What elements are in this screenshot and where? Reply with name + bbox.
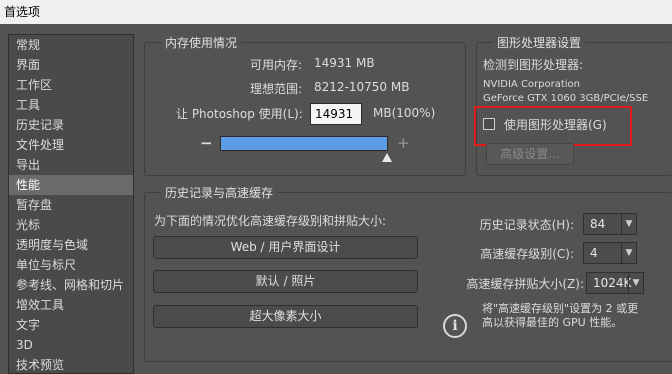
- cache-levels-value: 4: [590, 246, 598, 260]
- gpu-advanced-settings-button[interactable]: 高级设置...: [486, 143, 574, 165]
- memory-usage-title: 内存使用情况: [165, 36, 238, 50]
- gpu-model: GeForce GTX 1060 3GB/PCIe/SSE: [483, 93, 649, 104]
- sidebar-item[interactable]: 历史记录: [9, 115, 133, 135]
- web-ui-design-button[interactable]: Web / 用户界面设计: [153, 236, 418, 259]
- sidebar-item[interactable]: 工具: [9, 95, 133, 115]
- sidebar-item[interactable]: 常规: [9, 35, 133, 55]
- sidebar-item[interactable]: 光标: [9, 215, 133, 235]
- available-memory-label: 可用内存:: [249, 58, 302, 72]
- cache-levels-label: 高速缓存级别(C):: [480, 247, 574, 261]
- gpu-cache-info-line2: 高以获得最佳的 GPU 性能。: [482, 316, 623, 329]
- highlight-annotation-box: [474, 106, 632, 146]
- huge-pixel-size-button[interactable]: 超大像素大小: [153, 305, 418, 328]
- available-memory-value: 14931 MB: [314, 56, 375, 70]
- optimize-cache-label: 为下面的情况优化高速缓存级别和拼贴大小:: [154, 214, 387, 228]
- chevron-down-icon: ▼: [628, 273, 643, 293]
- sidebar-item[interactable]: 参考线、网格和切片: [9, 275, 133, 295]
- tile-size-select[interactable]: 1024K ▼: [586, 272, 644, 294]
- info-icon: i: [443, 314, 467, 338]
- sidebar-item[interactable]: 技术预览: [9, 355, 133, 373]
- chevron-down-icon: ▼: [621, 214, 636, 234]
- sidebar-item[interactable]: 文件处理: [9, 135, 133, 155]
- sidebar-item[interactable]: 导出: [9, 155, 133, 175]
- photoshop-usage-input[interactable]: 14931: [310, 103, 362, 125]
- increase-memory-icon[interactable]: +: [397, 134, 410, 152]
- preferences-sidebar: 常规 界面 工作区 工具 历史记录 文件处理 导出 性能 暂存盘 光标 透明度与色域 单位与标尺 参考线…: [8, 34, 134, 374]
- gpu-settings-title: 图形处理器设置: [497, 36, 582, 50]
- gpu-detected-label: 检测到图形处理器:: [483, 58, 584, 72]
- sidebar-item[interactable]: 透明度与色域: [9, 235, 133, 255]
- ideal-range-label: 理想范围:: [249, 82, 302, 96]
- memory-slider-thumb[interactable]: [382, 153, 392, 162]
- chevron-down-icon: ▼: [621, 243, 636, 263]
- history-states-label: 历史记录状态(H):: [479, 218, 574, 232]
- tile-size-label: 高速缓存拼贴大小(Z):: [466, 277, 584, 291]
- history-states-select[interactable]: 84 ▼: [583, 213, 637, 235]
- sidebar-item[interactable]: 暂存盘: [9, 195, 133, 215]
- memory-usage-slider-fill: [221, 137, 387, 150]
- photoshop-usage-label: 让 Photoshop 使用(L):: [176, 107, 303, 121]
- window-title: 首选项: [0, 0, 672, 24]
- memory-usage-slider[interactable]: [220, 136, 388, 151]
- sidebar-item[interactable]: 性能: [9, 175, 133, 195]
- sidebar-item[interactable]: 增效工具: [9, 295, 133, 315]
- sidebar-item[interactable]: 文字: [9, 315, 133, 335]
- ideal-range-value: 8212-10750 MB: [314, 80, 410, 94]
- sidebar-item[interactable]: 单位与标尺: [9, 255, 133, 275]
- photoshop-usage-unit: MB(100%): [373, 106, 436, 120]
- sidebar-item[interactable]: 界面: [9, 55, 133, 75]
- history-cache-title: 历史记录与高速缓存: [165, 186, 274, 200]
- default-photo-button[interactable]: 默认 / 照片: [153, 270, 418, 293]
- sidebar-item[interactable]: 工作区: [9, 75, 133, 95]
- cache-levels-select[interactable]: 4 ▼: [583, 242, 637, 264]
- decrease-memory-icon[interactable]: −: [200, 134, 213, 152]
- gpu-vendor: NVIDIA Corporation: [483, 79, 581, 90]
- sidebar-item[interactable]: 3D: [9, 335, 133, 355]
- tile-size-value: 1024K: [593, 276, 632, 290]
- history-states-value: 84: [590, 217, 606, 231]
